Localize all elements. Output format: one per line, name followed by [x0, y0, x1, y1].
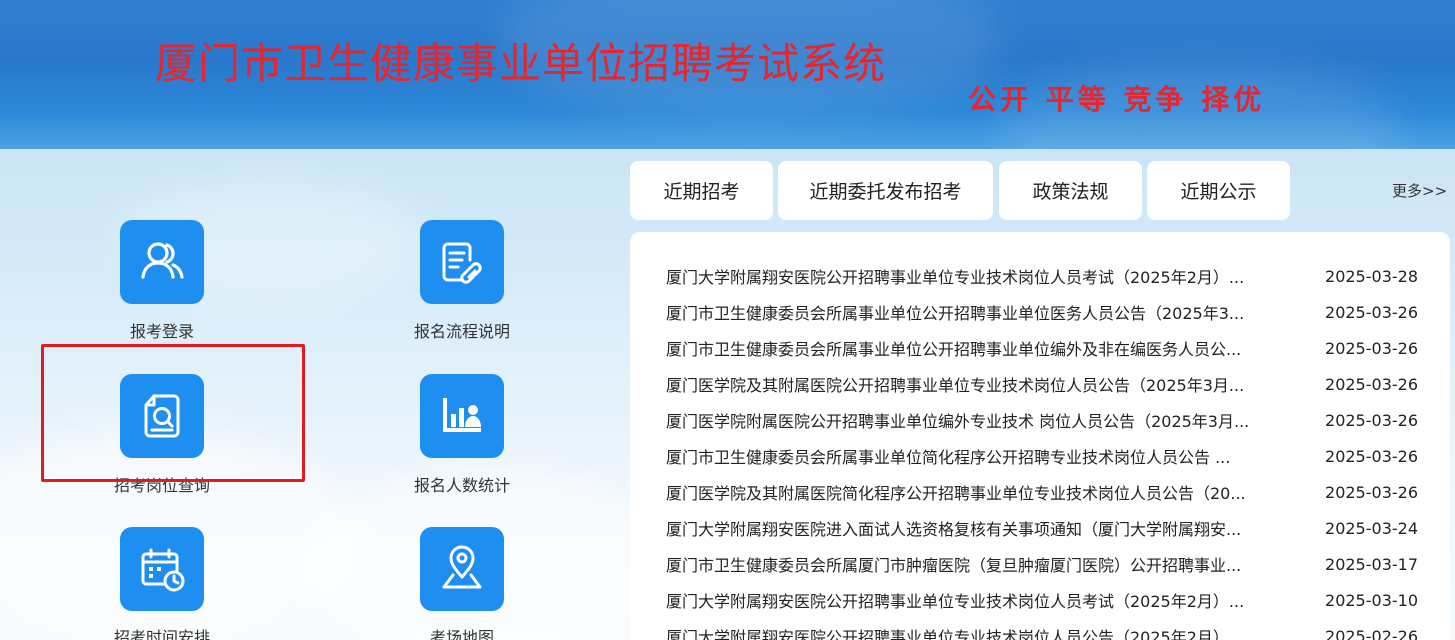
bar-chart-person-icon [443, 398, 481, 432]
exam-schedule-button[interactable] [120, 527, 204, 611]
news-item[interactable]: 厦门市卫生健康委员会所属事业单位公开招聘事业单位医务人员公告（2025年3...… [666, 294, 1418, 330]
news-item[interactable]: 厦门市卫生健康委员会所属厦门市肿瘤医院（复旦肿瘤厦门医院）公开招聘事业... 2… [666, 546, 1418, 582]
news-date: 2025-03-26 [1325, 482, 1418, 502]
users-icon [141, 242, 184, 279]
quick-menu-label: 报名人数统计 [413, 476, 510, 495]
news-date: 2025-03-26 [1325, 338, 1418, 358]
calendar-clock-icon [141, 548, 185, 592]
news-date: 2025-02-26 [1325, 626, 1418, 640]
news-item[interactable]: 厦门大学附属翔安医院公开招聘事业单位专业技术岗位人员公告（2025年2月） 20… [666, 618, 1418, 640]
news-item[interactable]: 厦门大学附属翔安医院公开招聘事业单位专业技术岗位人员考试（2025年2月）...… [666, 258, 1418, 294]
document-link-icon [442, 242, 482, 284]
news-title: 厦门大学附属翔安医院公开招聘事业单位专业技术岗位人员考试（2025年2月）... [666, 268, 1245, 287]
news-date: 2025-03-17 [1325, 554, 1418, 574]
highlight-annotation-box [41, 344, 305, 482]
quick-menu-label: 考场地图 [429, 628, 494, 640]
news-title: 厦门市卫生健康委员会所属事业单位简化程序公开招聘专业技术岗位人员公告 ... [666, 448, 1231, 467]
quick-menu-label: 招考时间安排 [113, 628, 210, 640]
news-date: 2025-03-24 [1325, 518, 1418, 538]
news-item[interactable]: 厦门市卫生健康委员会所属事业单位简化程序公开招聘专业技术岗位人员公告 ... 2… [666, 438, 1418, 474]
news-title: 厦门医学院及其附属医院简化程序公开招聘事业单位专业技术岗位人员公告（20... [666, 484, 1246, 503]
quick-menu-label: 报考登录 [129, 322, 194, 341]
news-date: 2025-03-28 [1325, 266, 1418, 286]
news-item[interactable]: 厦门市卫生健康委员会所属事业单位公开招聘事业单位编外及非在编医务人员公... 2… [666, 330, 1418, 366]
registration-stats-button[interactable] [420, 374, 504, 458]
news-title: 厦门大学附属翔安医院公开招聘事业单位专业技术岗位人员公告（2025年2月） [666, 628, 1229, 640]
tab-policies-regulations[interactable]: 政策法规 [999, 161, 1142, 220]
registration-process-button[interactable] [420, 220, 504, 304]
exam-login-button[interactable] [120, 220, 204, 304]
tab-entrusted-recruitment[interactable]: 近期委托发布招考 [778, 161, 993, 220]
tab-recent-announcements[interactable]: 近期公示 [1147, 161, 1290, 220]
news-item[interactable]: 厦门医学院及其附属医院公开招聘事业单位专业技术岗位人员公告（2025年3月...… [666, 366, 1418, 402]
tab-recent-recruitment[interactable]: 近期招考 [630, 161, 773, 220]
news-date: 2025-03-26 [1325, 302, 1418, 322]
news-item[interactable]: 厦门医学院附属医院公开招聘事业单位编外专业技术 岗位人员公告（2025年3月..… [666, 402, 1418, 438]
site-slogan: 公开 平等 竞争 择优 [968, 83, 1266, 116]
news-item[interactable]: 厦门大学附属翔安医院进入面试人选资格复核有关事项通知（厦门大学附属翔安... 2… [666, 510, 1418, 546]
news-date: 2025-03-26 [1325, 410, 1418, 430]
news-title: 厦门医学院及其附属医院公开招聘事业单位专业技术岗位人员公告（2025年3月... [666, 376, 1245, 395]
news-title: 厦门市卫生健康委员会所属厦门市肿瘤医院（复旦肿瘤厦门医院）公开招聘事业... [666, 556, 1242, 575]
news-item[interactable]: 厦门医学院及其附属医院简化程序公开招聘事业单位专业技术岗位人员公告（20... … [666, 474, 1418, 510]
exam-site-map-button[interactable] [420, 527, 504, 611]
quick-menu-label: 报名流程说明 [413, 322, 510, 341]
site-title: 厦门市卫生健康事业单位招聘考试系统 [155, 39, 887, 88]
site-header: 厦门市卫生健康事业单位招聘考试系统 公开 平等 竞争 择优 [0, 0, 1455, 149]
news-title: 厦门市卫生健康委员会所属事业单位公开招聘事业单位编外及非在编医务人员公... [666, 340, 1242, 359]
news-title: 厦门医学院附属医院公开招聘事业单位编外专业技术 岗位人员公告（2025年3月..… [666, 412, 1250, 431]
news-list-panel: 厦门大学附属翔安医院公开招聘事业单位专业技术岗位人员考试（2025年2月）...… [630, 232, 1450, 640]
news-title: 厦门市卫生健康委员会所属事业单位公开招聘事业单位医务人员公告（2025年3... [666, 304, 1245, 323]
news-title: 厦门大学附属翔安医院公开招聘事业单位专业技术岗位人员考试（2025年2月）... [666, 592, 1245, 611]
news-date: 2025-03-26 [1325, 446, 1418, 466]
news-title: 厦门大学附属翔安医院进入面试人选资格复核有关事项通知（厦门大学附属翔安... [666, 520, 1242, 539]
news-item[interactable]: 厦门大学附属翔安医院公开招聘事业单位专业技术岗位人员考试（2025年2月）...… [666, 582, 1418, 618]
news-date: 2025-03-26 [1325, 374, 1418, 394]
news-date: 2025-03-10 [1325, 590, 1418, 610]
map-pin-icon [442, 545, 482, 589]
more-link[interactable]: 更多>> [1392, 180, 1447, 201]
